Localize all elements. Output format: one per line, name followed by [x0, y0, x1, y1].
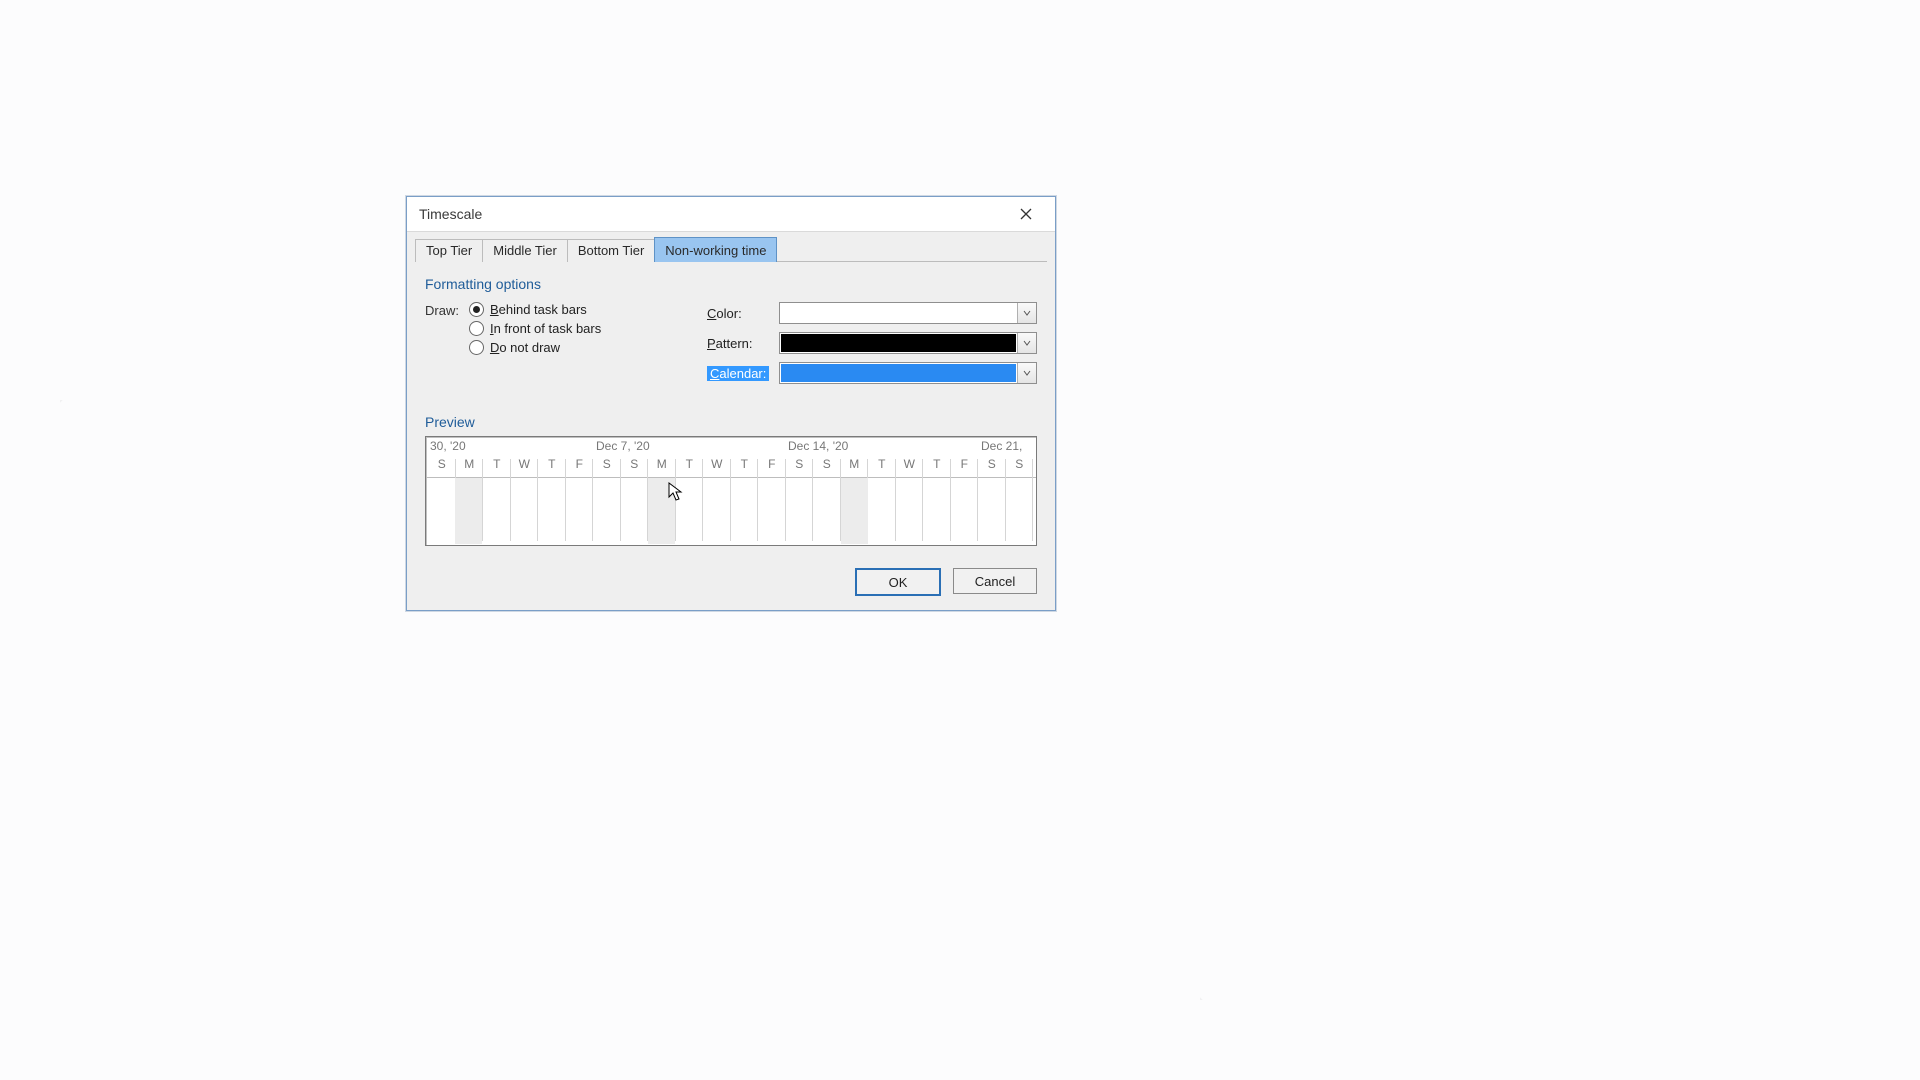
preview-day-cell: W	[896, 457, 924, 471]
preview-day-cell: M	[841, 457, 869, 471]
radio-do-not-draw[interactable]: Do not draw	[469, 340, 601, 355]
tab-bottom-tier[interactable]: Bottom Tier	[567, 239, 655, 262]
timescale-dialog: Timescale Top Tier Middle Tier Bottom Ti…	[406, 196, 1056, 611]
preview-day-cell: T	[538, 457, 566, 471]
chevron-down-icon	[1017, 303, 1036, 323]
preview-day-cell: F	[758, 457, 786, 471]
dialog-title: Timescale	[419, 206, 482, 222]
chevron-down-icon	[1017, 333, 1036, 353]
dialog-content: Formatting options Draw: Behind task bar…	[407, 262, 1055, 556]
preview-day-cell: T	[483, 457, 511, 471]
color-value	[780, 303, 1017, 323]
radio-behind-task-bars[interactable]: Behind task bars	[469, 302, 601, 317]
radio-icon	[469, 340, 484, 355]
preview-day-cell: W	[703, 457, 731, 471]
preview-day-cell: S	[428, 457, 456, 471]
preview-day-cell: T	[868, 457, 896, 471]
pattern-value	[781, 334, 1016, 352]
tab-top-tier[interactable]: Top Tier	[415, 239, 483, 262]
draw-radio-group: Behind task bars In front of task bars D…	[469, 302, 601, 384]
titlebar[interactable]: Timescale	[407, 197, 1055, 232]
week-label: Dec 21,	[981, 439, 1022, 453]
week-label: Dec 7, '20	[596, 439, 650, 453]
nonworking-shade	[841, 478, 868, 544]
preview-day-cell: S	[813, 457, 841, 471]
preview-day-cell: W	[511, 457, 539, 471]
preview-header: 30, '20 Dec 7, '20 Dec 14, '20 Dec 21, S…	[426, 437, 1036, 478]
preview-day-cell: F	[566, 457, 594, 471]
week-label: Dec 14, '20	[788, 439, 848, 453]
preview-day-cell: S	[786, 457, 814, 471]
radio-in-front-of-task-bars[interactable]: In front of task bars	[469, 321, 601, 336]
cancel-button[interactable]: Cancel	[953, 568, 1037, 594]
close-button[interactable]	[1007, 201, 1045, 227]
close-icon	[1020, 208, 1032, 220]
calendar-value	[781, 364, 1016, 382]
preview-day-cell: S	[593, 457, 621, 471]
calendar-combobox[interactable]	[779, 362, 1037, 384]
preview-day-cell: M	[648, 457, 676, 471]
calendar-label: Calendar:	[707, 366, 769, 381]
preview-panel: 30, '20 Dec 7, '20 Dec 14, '20 Dec 21, S…	[425, 436, 1037, 546]
preview-label: Preview	[425, 414, 1037, 430]
preview-day-cell: S	[621, 457, 649, 471]
pattern-label: Pattern:	[707, 336, 769, 351]
preview-day-cell: S	[1006, 457, 1034, 471]
tab-non-working-time[interactable]: Non-working time	[654, 237, 777, 262]
tab-strip: Top Tier Middle Tier Bottom Tier Non-wor…	[415, 236, 1047, 262]
draw-label: Draw:	[425, 302, 459, 384]
preview-days-row: SMTWTFSSMTWTFSSMTWTFSS	[428, 457, 1034, 471]
preview-day-cell: F	[951, 457, 979, 471]
preview-day-cell: T	[731, 457, 759, 471]
preview-day-cell: T	[923, 457, 951, 471]
ok-button[interactable]: OK	[855, 568, 941, 596]
preview-day-cell: M	[456, 457, 484, 471]
preview-day-cell: T	[676, 457, 704, 471]
preview-day-cell: S	[978, 457, 1006, 471]
dialog-buttons: OK Cancel	[407, 556, 1055, 610]
nonworking-shade	[648, 478, 675, 544]
radio-icon	[469, 321, 484, 336]
preview-body	[426, 478, 1036, 544]
color-label: Color:	[707, 306, 769, 321]
nonworking-shade	[455, 478, 482, 544]
chevron-down-icon	[1017, 363, 1036, 383]
radio-icon	[469, 302, 484, 317]
color-combobox[interactable]	[779, 302, 1037, 324]
pattern-combobox[interactable]	[779, 332, 1037, 354]
tab-middle-tier[interactable]: Middle Tier	[482, 239, 568, 262]
week-label: 30, '20	[430, 439, 466, 453]
formatting-options-label: Formatting options	[425, 276, 1037, 292]
